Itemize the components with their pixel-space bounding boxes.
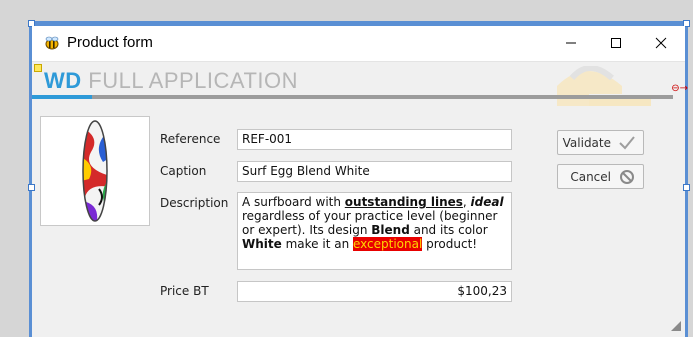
desc-text: product! [422,237,478,251]
window-title: Product form [67,34,153,51]
reference-field[interactable]: REF-001 [237,129,512,150]
price-field[interactable]: $100,23 [237,281,512,302]
maximize-icon [610,38,621,48]
desc-text: A surfboard with [242,195,345,209]
header-bar [32,95,673,99]
desc-text: make it an [281,237,353,251]
desc-highlight: exceptional [352,237,423,251]
close-icon [655,37,666,49]
decorative-shape [557,66,651,106]
selection-handle[interactable] [28,184,35,191]
resize-grip-icon[interactable] [671,321,681,331]
cancel-button[interactable]: Cancel [557,164,644,189]
header-bar-accent [32,95,92,99]
desc-bold: White [242,237,282,251]
minimize-icon [565,42,576,44]
desc-text: and its color [409,223,488,237]
minimize-button[interactable] [548,26,593,60]
caption-field[interactable]: Surf Egg Blend White [237,161,512,182]
selection-handle[interactable] [683,184,690,191]
bee-app-icon [44,35,60,51]
check-icon [619,135,635,149]
reference-label: Reference [160,132,221,146]
desc-bold-underline: outstanding lines [344,195,463,209]
validate-label: Validate [562,135,611,150]
product-image [40,116,150,226]
brand-wd: WD [44,68,82,93]
brand-title: FULL APPLICATION [81,68,298,93]
desc-text: , [462,195,471,209]
app-brand: WD FULL APPLICATION [44,68,298,94]
price-label: Price BT [160,284,209,298]
validate-button[interactable]: Validate [557,130,644,155]
description-label: Description [160,196,229,210]
close-button[interactable] [638,26,683,60]
desc-bold-italic: ideal [470,195,504,209]
cancel-label: Cancel [570,169,611,184]
maximize-button[interactable] [593,26,638,60]
desc-bold: Blend [371,223,410,237]
title-bar: Product form [32,26,685,62]
window-frame: Product form WD FULL APPLICATION ⊖→ Refe… [28,20,690,337]
anchor-arrow-icon: ⊖→ [671,83,688,94]
caption-label: Caption [160,164,207,178]
anchor-marker [34,64,42,72]
description-field[interactable]: A surfboard with outstanding lines, idea… [237,192,512,270]
cancel-circle-icon [620,169,634,184]
